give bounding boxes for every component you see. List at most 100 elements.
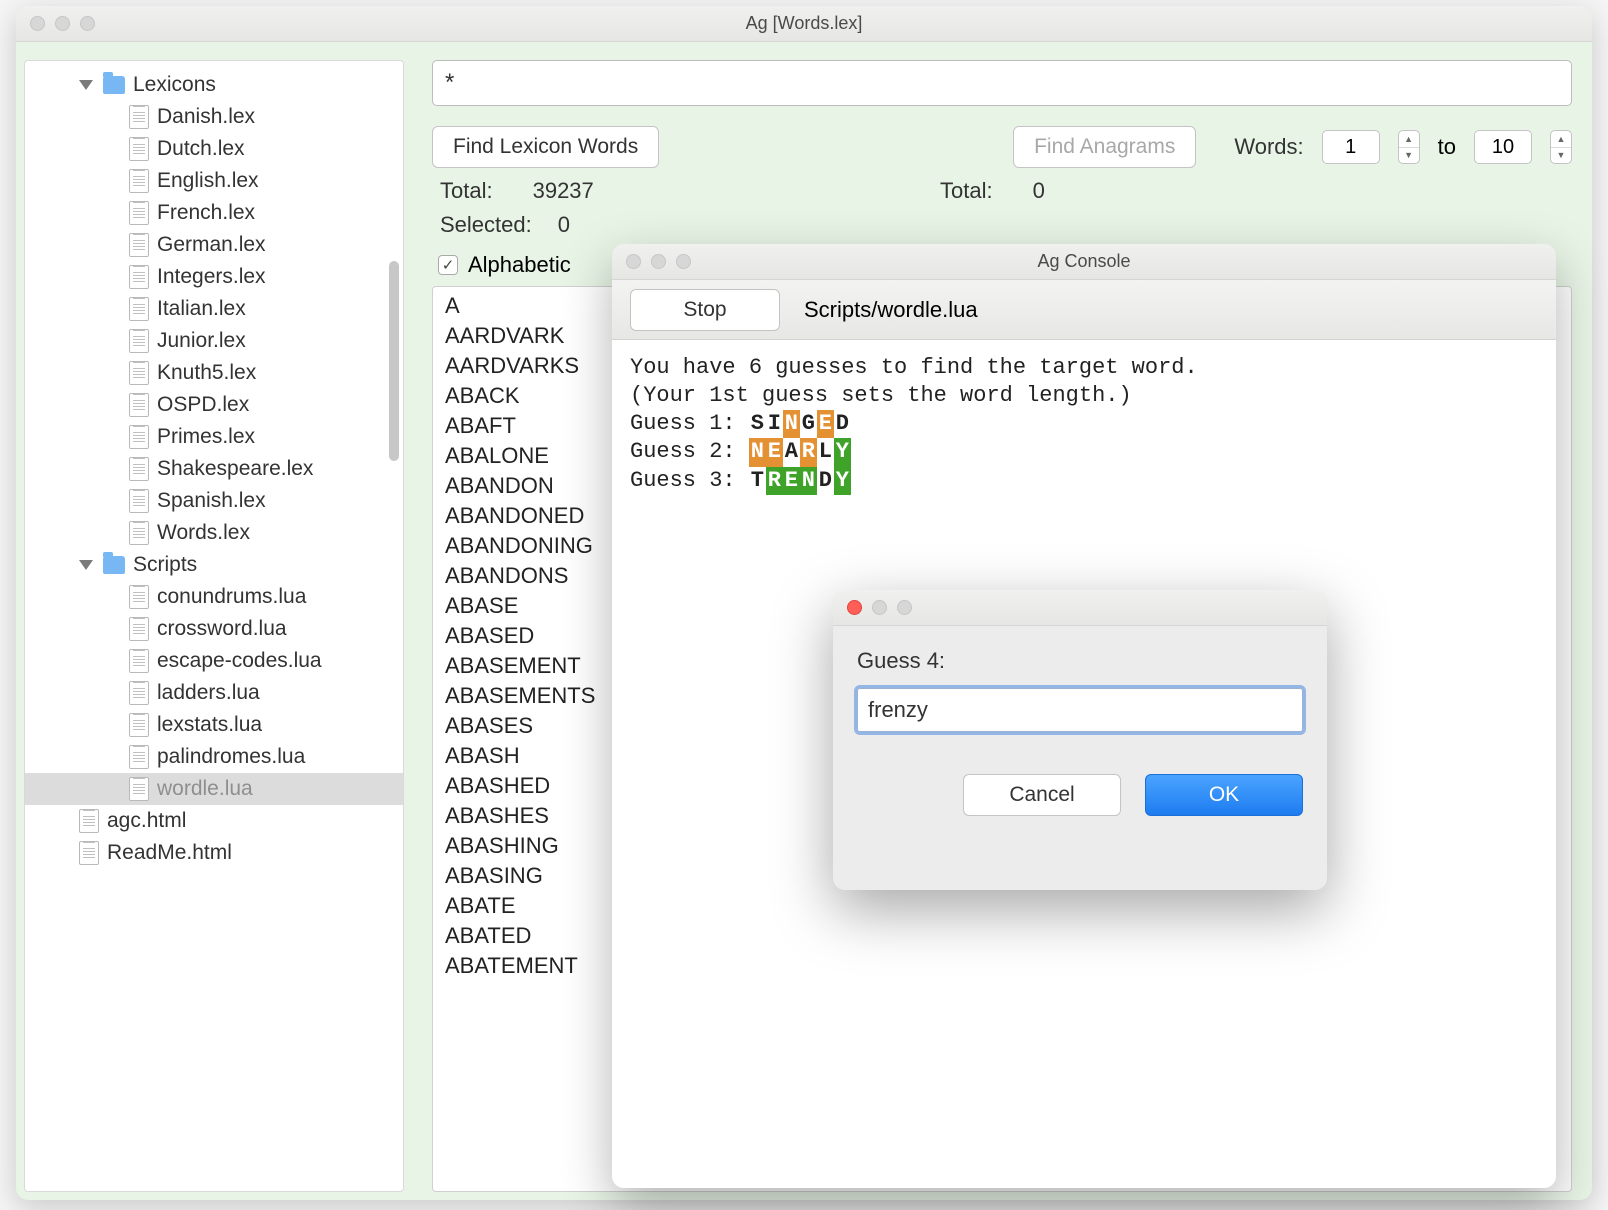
cancel-button[interactable]: Cancel <box>963 774 1121 816</box>
file-row[interactable]: conundrums.lua <box>25 581 403 613</box>
file-row[interactable]: English.lex <box>25 165 403 197</box>
guess-letter: I <box>766 410 783 438</box>
stop-button[interactable]: Stop <box>630 289 780 331</box>
file-row[interactable]: Danish.lex <box>25 101 403 133</box>
file-icon <box>79 841 99 865</box>
main-window-title: Ag [Words.lex] <box>16 13 1592 34</box>
folder-row[interactable]: Scripts <box>25 549 403 581</box>
file-icon <box>129 521 149 545</box>
file-label: agc.html <box>107 809 186 833</box>
guess-letter: A <box>783 438 800 466</box>
file-label: English.lex <box>157 169 259 193</box>
file-row[interactable]: Integers.lex <box>25 261 403 293</box>
dialog-label: Guess 4: <box>857 648 1303 674</box>
sidebar-scrollbar[interactable] <box>389 261 399 461</box>
guess-letter: Y <box>834 467 851 495</box>
guess-letter: D <box>817 467 834 495</box>
find-lexicon-button[interactable]: Find Lexicon Words <box>432 126 659 168</box>
file-icon <box>129 745 149 769</box>
file-row[interactable]: agc.html <box>25 805 403 837</box>
find-anagrams-button[interactable]: Find Anagrams <box>1013 126 1196 168</box>
file-icon <box>129 649 149 673</box>
file-row[interactable]: Dutch.lex <box>25 133 403 165</box>
guess-letter: N <box>749 438 766 466</box>
file-row[interactable]: German.lex <box>25 229 403 261</box>
words-to-stepper[interactable]: ▲▼ <box>1550 130 1572 164</box>
file-row[interactable]: Shakespeare.lex <box>25 453 403 485</box>
words-from-input[interactable] <box>1322 130 1380 164</box>
file-row[interactable]: ladders.lua <box>25 677 403 709</box>
folder-row[interactable]: Lexicons <box>25 69 403 101</box>
chevron-down-icon[interactable] <box>79 560 93 570</box>
file-icon <box>129 361 149 385</box>
console-toolbar: Stop Scripts/wordle.lua <box>612 280 1556 340</box>
guess-line: Guess 1: SINGED <box>630 410 1538 438</box>
file-icon <box>129 233 149 257</box>
file-icon <box>79 809 99 833</box>
file-row[interactable]: Junior.lex <box>25 325 403 357</box>
file-row[interactable]: Primes.lex <box>25 421 403 453</box>
close-icon[interactable] <box>847 600 862 615</box>
file-label: OSPD.lex <box>157 393 249 417</box>
search-row <box>432 60 1572 106</box>
dialog-buttons: Cancel OK <box>857 774 1303 816</box>
totals-row: Total: 39237 Total: 0 <box>432 174 1572 208</box>
file-row[interactable]: crossword.lua <box>25 613 403 645</box>
file-icon <box>129 201 149 225</box>
chevron-down-icon[interactable] <box>79 80 93 90</box>
alphabetic-checkbox[interactable]: ✓ <box>438 255 458 275</box>
alphabetic-label: Alphabetic <box>468 252 571 278</box>
guess-dialog: Guess 4: Cancel OK <box>833 590 1327 890</box>
sidebar[interactable]: Lexicons Danish.lex Dutch.lex English.lex Fr… <box>24 60 404 1192</box>
guess-letter: E <box>766 438 783 466</box>
guess-label: Guess 3: <box>630 467 749 495</box>
file-label: Danish.lex <box>157 105 255 129</box>
file-row[interactable]: ReadMe.html <box>25 837 403 869</box>
file-label: Italian.lex <box>157 297 246 321</box>
console-line: (Your 1st guess sets the word length.) <box>630 382 1538 410</box>
total-right-value: 0 <box>1033 178 1045 204</box>
file-row[interactable]: OSPD.lex <box>25 389 403 421</box>
file-row[interactable]: wordle.lua <box>25 773 403 805</box>
dialog-titlebar <box>833 590 1327 626</box>
guess-input[interactable] <box>857 688 1303 732</box>
file-row[interactable]: escape-codes.lua <box>25 645 403 677</box>
ok-button[interactable]: OK <box>1145 774 1303 816</box>
console-title: Ag Console <box>612 251 1556 272</box>
file-label: lexstats.lua <box>157 713 262 737</box>
file-label: Spanish.lex <box>157 489 266 513</box>
file-row[interactable]: palindromes.lua <box>25 741 403 773</box>
file-label: ReadMe.html <box>107 841 232 865</box>
file-row[interactable]: Spanish.lex <box>25 485 403 517</box>
file-label: Dutch.lex <box>157 137 245 161</box>
guess-letter: S <box>749 410 766 438</box>
words-to-input[interactable] <box>1474 130 1532 164</box>
file-label: Words.lex <box>157 521 250 545</box>
file-row[interactable]: French.lex <box>25 197 403 229</box>
main-titlebar: Ag [Words.lex] <box>16 6 1592 42</box>
file-row[interactable]: Knuth5.lex <box>25 357 403 389</box>
search-input[interactable] <box>432 60 1572 106</box>
selected-value: 0 <box>558 212 570 238</box>
dialog-body: Guess 4: Cancel OK <box>833 626 1327 836</box>
guess-letter: R <box>766 467 783 495</box>
guess-letter: G <box>800 410 817 438</box>
file-icon <box>129 297 149 321</box>
dialog-traffic-lights <box>847 600 912 615</box>
file-icon <box>129 713 149 737</box>
file-row[interactable]: lexstats.lua <box>25 709 403 741</box>
file-icon <box>129 457 149 481</box>
total-right-label: Total: <box>940 178 993 204</box>
folder-icon <box>103 556 125 574</box>
file-label: Knuth5.lex <box>157 361 256 385</box>
guess-letter: N <box>783 410 800 438</box>
words-to-label: to <box>1438 134 1456 160</box>
selected-row: Selected: 0 <box>432 208 1572 242</box>
words-from-stepper[interactable]: ▲▼ <box>1398 130 1420 164</box>
file-label: palindromes.lua <box>157 745 305 769</box>
guess-label: Guess 1: <box>630 410 749 438</box>
file-row[interactable]: Italian.lex <box>25 293 403 325</box>
guess-letter: R <box>800 438 817 466</box>
guess-letters: NEARLY <box>749 438 851 466</box>
file-row[interactable]: Words.lex <box>25 517 403 549</box>
